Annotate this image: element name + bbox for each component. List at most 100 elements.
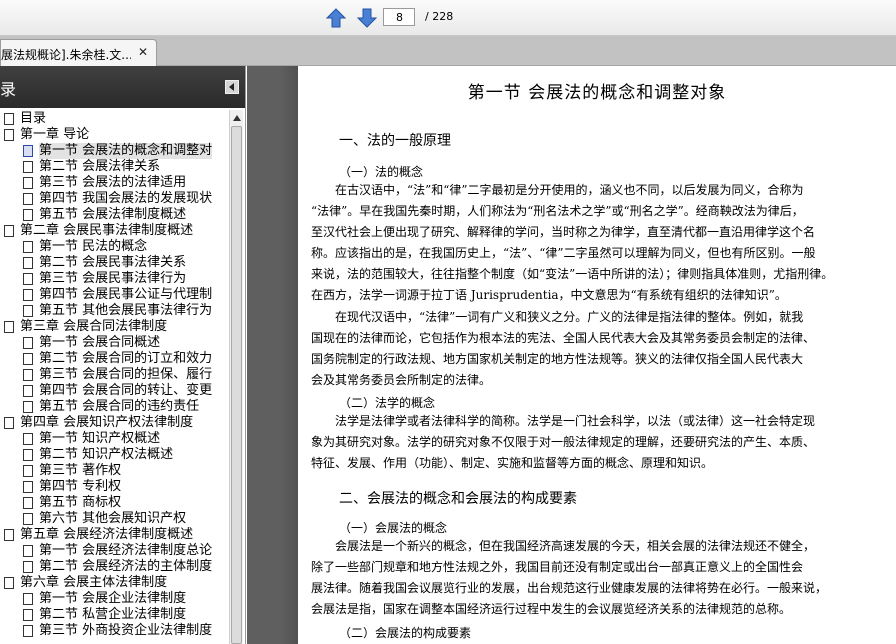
outline-section-item[interactable]: 第三节 外商投资企业法律制度 [23,623,212,639]
scroll-up-button[interactable] [230,112,243,124]
outline-item-label: 第四节 专利权 [39,479,122,494]
paragraph-line: 会及其常务委员会所制定的法律。 [311,373,492,387]
document-tab-bar: 展法规概论].朱余桂.文... ✕ [0,36,896,66]
outline-item-label: 第一节 知识产权概述 [39,431,161,446]
paragraph-line: 会展法是指，国家在调整本国经济运行过程中发生的会议展览经济关系的法律规范的总称。 [311,602,792,616]
bookmark-icon [23,209,33,221]
outline-item-label: 第五节 其他会展民事法律行为 [39,303,213,318]
outline-section-item[interactable]: 第四节 会展民事公证与代理制 [23,287,212,303]
outline-item-label: 第二节 会展经济法的主体制度 [39,559,213,574]
outline-section-item[interactable]: 第二节 会展法律关系 [23,159,160,175]
outline-chapter-item[interactable]: 第二章 会展民事法律制度概述 [4,223,193,239]
outline-item-label: 第一节 会展企业法律制度 [39,591,187,606]
bookmark-icon [23,193,33,205]
outline-section-item[interactable]: 第四节 专利权 [23,479,121,495]
outline-item-label: 第五节 商标权 [39,495,122,510]
outline-section-item[interactable]: 第二节 知识产权法概述 [23,447,173,463]
outline-section-item[interactable]: 第三节 会展民事法律行为 [23,271,186,287]
outline-chapter-item[interactable]: 第六章 会展主体法律制度 [4,575,167,591]
bookmark-icon [23,369,33,381]
bookmark-icon [4,321,14,333]
paragraph-4: 会展法是一个新兴的概念，但在我国经济高速发展的今天，相关会展的法律法规还不健全，… [311,536,886,620]
outline-section-item[interactable]: 第一节 会展经济法律制度总论 [23,543,212,559]
outline-chapter-item[interactable]: 第一章 导论 [4,127,89,143]
bookmark-icon [23,497,33,509]
outline-section-item[interactable]: 第三节 会展法的法律适用 [23,175,186,191]
bookmark-icon [4,577,14,589]
paragraph-line: 至汉代社会上便出现了研究、解释律的学问，当时称之为律学，直至清代都一直沿用律学这… [311,225,816,239]
bookmark-icon [23,545,33,557]
outline-section-item[interactable]: 第二节 会展经济法的主体制度 [23,559,212,575]
triangle-up-icon [232,115,241,121]
bookmark-icon [23,433,33,445]
outline-item-label: 第一章 导论 [20,127,90,142]
heading-exhibition-law: 二、会展法的概念和会展法的构成要素 [339,491,577,507]
next-page-button[interactable] [355,6,379,30]
outline-section-item[interactable]: 第一节 会展企业法律制度 [23,591,186,607]
outline-item-label: 第三节 会展民事法律行为 [39,271,187,286]
bookmark-icon [4,529,14,541]
bookmark-icon [23,481,33,493]
outline-section-item[interactable]: 第一节 知识产权概述 [23,431,160,447]
arrow-up-icon [325,8,347,28]
outline-section-item[interactable]: 第一节 民法的概念 [23,239,147,255]
outline-section-item[interactable]: 第六节 其他会展知识产权 [23,511,186,527]
outline-chapter-item[interactable]: 第五章 会展经济法律制度概述 [4,527,193,543]
section-title: 第一节 会展法的概念和调整对象 [467,83,727,103]
outline-section-item[interactable]: 第五节 会展合同的违约责任 [23,399,199,415]
paragraph-line: 特征、发展、作用（功能）、制定、实施和监督等方面的概念、原理和知识。 [311,456,714,470]
document-viewer[interactable]: 第一节 会展法的概念和调整对象 一、法的一般原理 （一）法的概念 在古汉语中，“… [247,66,896,644]
previous-page-button[interactable] [324,6,348,30]
outline-chapter-item[interactable]: 第三章 会展合同法律制度 [4,319,167,335]
outline-section-item[interactable]: 第五节 商标权 [23,495,121,511]
bookmark-icon [23,145,33,157]
bookmark-icon [23,593,33,605]
outline-item-label: 第六章 会展主体法律制度 [20,575,168,590]
outline-scrollbar[interactable] [229,110,243,644]
bookmark-icon [23,385,33,397]
outline-section-item[interactable]: 第二节 会展合同的订立和效力 [23,351,212,367]
scroll-thumb[interactable] [231,126,242,644]
paragraph-2: 在现代汉语中，“法律”一词有广义和狭义之分。广义的法律是指法律的整体。例如，就我… [311,307,886,391]
paragraph-line: 国现在的法律而论，它包括作为根本法的宪法、全国人民代表大会及其常务委员会制定的法… [311,331,816,345]
outline-chapter-item[interactable]: 目录 [4,111,46,127]
outline-item-label: 第一节 会展经济法律制度总论 [39,543,213,558]
outline-panel-header: 录 [0,66,245,108]
paragraph-line: 会展法是一个新兴的概念，但在我国经济高速发展的今天，相关会展的法律法规还不健全， [335,539,816,553]
outline-section-item[interactable]: 第二节 会展民事法律关系 [23,255,186,271]
paragraph-line: 除了一些部门规章和地方性法规之外，我国目前还没有制定或出台一部真正意义上的全国性… [311,560,804,574]
subheading-exhibition-law-elements: （二）会展法的构成要素 [339,626,472,640]
outline-section-item[interactable]: 第五节 其他会展民事法律行为 [23,303,212,319]
bookmark-icon [23,609,33,621]
arrow-down-icon [356,8,378,28]
bookmark-icon [23,561,33,573]
outline-item-label: 第五节 会展法律制度概述 [39,207,187,222]
bookmark-icon [23,289,33,301]
paragraph-line: 法学是法律学或者法律科学的简称。法学是一门社会科学，以法（或法律）这一社会特定现 [335,414,816,428]
outline-item-label: 第二节 知识产权法概述 [39,447,174,462]
paragraph-3: 法学是法律学或者法律科学的简称。法学是一门社会科学，以法（或法律）这一社会特定现… [311,411,886,474]
close-icon[interactable]: ✕ [138,45,148,59]
bookmark-icon [4,225,14,237]
collapse-panel-button[interactable] [225,80,239,94]
document-page: 第一节 会展法的概念和调整对象 一、法的一般原理 （一）法的概念 在古汉语中，“… [298,66,896,644]
page-number-input[interactable] [383,8,415,26]
outline-section-item[interactable]: 第五节 会展法律制度概述 [23,207,186,223]
document-tab[interactable]: 展法规概论].朱余桂.文... ✕ [0,39,157,66]
outline-item-label: 第一节 民法的概念 [39,239,148,254]
outline-tree: 目录 第一章 导论 第一节 会展法的概念和调整对 第二节 会展法律关系 第三节 会展法的… [0,110,228,644]
outline-item-label: 第二节 会展合同的订立和效力 [39,351,213,366]
bookmark-icon [4,129,14,141]
bookmark-icon [23,449,33,461]
outline-section-item[interactable]: 第二节 私营企业法律制度 [23,607,186,623]
outline-section-item[interactable]: 第三节 著作权 [23,463,121,479]
outline-section-item[interactable]: 第四节 我国会展法的发展现状 [23,191,212,207]
outline-section-item[interactable]: 第三节 会展合同的担保、履行 [23,367,212,383]
outline-chapter-item[interactable]: 第四章 会展知识产权法律制度 [4,415,193,431]
outline-item-label: 第一节 会展合同概述 [39,335,161,350]
outline-item-label: 第三节 著作权 [39,463,122,478]
outline-section-item[interactable]: 第一节 会展合同概述 [23,335,160,351]
outline-section-item[interactable]: 第四节 会展合同的转让、变更 [23,383,212,399]
outline-section-item[interactable]: 第一节 会展法的概念和调整对 [23,143,213,159]
page-total-label: / 228 [425,10,454,23]
